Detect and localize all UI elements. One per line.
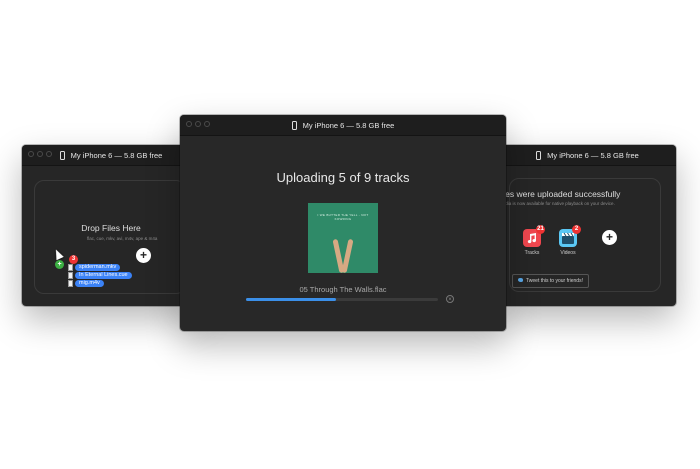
file-icon	[68, 280, 73, 287]
videos-count-badge: 2	[572, 225, 581, 234]
drop-files-window: My iPhone 6 — 5.8 GB free Drop Files Her…	[22, 145, 200, 306]
window-controls	[28, 151, 52, 157]
videos-label: Videos	[560, 250, 576, 256]
success-subtitle: Media is now available for native playba…	[499, 201, 615, 206]
tweet-button[interactable]: Tweet this to your friends!	[512, 274, 589, 288]
minimize-window-button[interactable]	[37, 151, 43, 157]
album-art-text: I WE BUTTER THE YELL - NOT KOWRING	[317, 213, 369, 221]
device-title: My iPhone 6 — 5.8 GB free	[70, 150, 163, 160]
upload-progress-bar	[246, 298, 438, 301]
zoom-window-button[interactable]	[46, 151, 52, 157]
album-art-hand	[341, 238, 354, 274]
file-icon	[68, 264, 73, 271]
iphone-icon	[59, 150, 65, 160]
tracks-label: Tracks	[524, 250, 540, 256]
zoom-window-button[interactable]	[204, 121, 210, 127]
add-files-button[interactable]: +	[136, 248, 151, 263]
dragged-file: spiderman.mkv	[75, 264, 121, 271]
success-title: files were uploaded successfully	[499, 189, 621, 199]
drop-subtitle: flac, cue, mkv, avi, m4v, ape & m4a	[87, 236, 158, 241]
file-count-badge: 3	[69, 255, 78, 264]
device-title: My iPhone 6 — 5.8 GB free	[302, 120, 395, 130]
window-titlebar: My iPhone 6 — 5.8 GB free	[22, 145, 200, 166]
upload-complete-window: My iPhone 6 — 5.8 GB free files were upl…	[499, 145, 676, 306]
upload-status: Uploading 5 of 9 tracks	[276, 170, 410, 185]
device-title: My iPhone 6 — 5.8 GB free	[547, 150, 639, 160]
window-controls	[186, 121, 210, 127]
dragged-file: In Eternal Lines.cue	[75, 272, 132, 279]
window-titlebar: My iPhone 6 — 5.8 GB free	[499, 145, 676, 166]
minimize-window-button[interactable]	[195, 121, 201, 127]
add-more-button[interactable]: +	[602, 230, 617, 245]
uploading-window: My iPhone 6 — 5.8 GB free Uploading 5 of…	[180, 115, 506, 331]
twitter-bird-icon	[518, 278, 523, 282]
iphone-icon	[291, 120, 297, 130]
tweet-label: Tweet this to your friends!	[526, 278, 583, 284]
add-badge-icon: +	[55, 260, 64, 269]
iphone-icon	[536, 150, 542, 160]
close-window-button[interactable]	[28, 151, 34, 157]
tracks-count-badge: 21	[536, 225, 545, 234]
current-track-name: 05 Through The Walls.flac	[299, 285, 387, 294]
upload-progress-fill	[246, 298, 337, 301]
dragged-file: mig.m4v	[75, 280, 104, 287]
file-icon	[68, 272, 73, 279]
close-window-button[interactable]	[186, 121, 192, 127]
cancel-upload-icon[interactable]: ×	[446, 295, 454, 303]
window-titlebar: My iPhone 6 — 5.8 GB free	[180, 115, 506, 136]
album-art: I WE BUTTER THE YELL - NOT KOWRING	[308, 203, 378, 274]
drop-title: Drop Files Here	[81, 223, 141, 233]
